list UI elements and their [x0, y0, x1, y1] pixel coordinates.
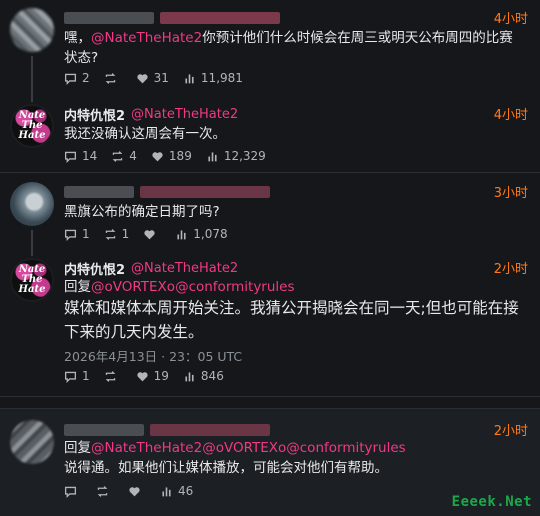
avatar[interactable]: Nate The Hate: [10, 258, 54, 302]
like-button[interactable]: [128, 485, 146, 498]
like-icon: [137, 73, 148, 83]
mention-link[interactable]: @NateTheHate2: [91, 30, 202, 46]
reply-button[interactable]: 1: [64, 369, 90, 383]
avatar[interactable]: Nate The Hate: [10, 104, 54, 148]
retweet-icon: [105, 370, 115, 382]
retweet-icon: [112, 150, 123, 162]
display-name[interactable]: 内特仇恨2: [64, 259, 125, 278]
retweet-icon: [105, 228, 115, 240]
thread-line: [31, 230, 33, 256]
tweet-header: 内特仇恨2 @NateTheHate2 2小时: [64, 258, 528, 278]
blurred-handle: [160, 12, 280, 24]
views-icon: [177, 229, 186, 239]
retweet-button[interactable]: [96, 485, 114, 498]
views-button[interactable]: 1,078: [175, 227, 228, 241]
reply-button[interactable]: 2: [64, 71, 90, 85]
reply-icon: [64, 229, 77, 241]
reply-button[interactable]: [64, 485, 82, 498]
retweet-icon: [105, 72, 115, 84]
divider: [0, 172, 540, 173]
tweet-text: 媒体和媒体本周开始关注。我猜公开揭晓会在同一天;但也可能在接下来的几天内发生。: [64, 299, 519, 341]
watermark: Eeeek.Net: [451, 494, 532, 510]
tweet-stats: 1 1 1,078: [64, 226, 242, 242]
divider: [0, 408, 540, 409]
nate-the-hate-logo: Nate The Hate: [12, 260, 52, 300]
reply-icon: [64, 73, 77, 85]
avatar[interactable]: [10, 420, 54, 464]
views-icon: [185, 73, 194, 83]
tweet-header: 4小时: [64, 8, 528, 28]
handle[interactable]: @NateTheHate2: [131, 107, 238, 122]
blurred-username: [64, 12, 154, 24]
tweet-time[interactable]: 4小时: [494, 8, 528, 27]
blurred-handle: [150, 424, 270, 436]
like-button[interactable]: 189: [151, 149, 192, 163]
reply-mentions[interactable]: @oVORTEXo@conformityrules: [91, 279, 295, 295]
thread-line: [31, 56, 33, 102]
views-button[interactable]: 46: [160, 484, 193, 498]
views-button[interactable]: 12,329: [206, 149, 266, 163]
blurred-handle: [140, 186, 270, 198]
tweet-text: 我还没确认这周会有一次。: [64, 126, 226, 142]
retweet-button[interactable]: 1: [104, 227, 129, 241]
reply-icon: [64, 486, 77, 498]
reply-icon: [64, 371, 77, 383]
tweet-header: 内特仇恨2 @NateTheHate2 4小时: [64, 104, 528, 124]
reply-mentions[interactable]: @NateTheHate2@oVORTEXo@conformityrules: [91, 440, 406, 456]
like-button[interactable]: 19: [136, 369, 169, 383]
retweet-icon: [97, 485, 108, 497]
tweet-time[interactable]: 4小时: [494, 104, 528, 123]
retweet-button[interactable]: [104, 72, 122, 85]
views-icon: [208, 151, 217, 161]
nate-the-hate-logo: Nate The Hate: [12, 106, 52, 146]
reply-to-line: 回复@NateTheHate2@oVORTEXo@conformityrules: [64, 440, 406, 456]
views-icon: [185, 371, 194, 381]
avatar[interactable]: [10, 8, 54, 52]
reply-icon: [64, 151, 77, 163]
retweet-button[interactable]: [104, 370, 122, 383]
tweet-stats: 46: [64, 483, 207, 499]
views-button[interactable]: 846: [183, 369, 224, 383]
reply-button[interactable]: 14: [64, 149, 97, 163]
tweet-stats: 2 31 11,981: [64, 70, 257, 86]
like-icon: [129, 486, 140, 496]
views-icon: [162, 486, 171, 496]
views-button[interactable]: 11,981: [183, 71, 243, 85]
tweet-time[interactable]: 3小时: [494, 182, 528, 201]
blurred-username: [64, 186, 134, 198]
tweet-stats: 14 4 189 12,329: [64, 148, 280, 164]
tweet-header: 3小时: [64, 182, 528, 202]
display-name[interactable]: 内特仇恨2: [64, 105, 125, 124]
tweet-time[interactable]: 2小时: [494, 420, 528, 439]
like-button[interactable]: 31: [136, 71, 169, 85]
avatar[interactable]: [10, 182, 54, 226]
reply-to-line: 回复@oVORTEXo@conformityrules: [64, 279, 295, 295]
divider: [0, 396, 540, 397]
tweet-header: 2小时: [64, 420, 528, 440]
like-icon: [152, 151, 163, 161]
blurred-username: [64, 424, 144, 436]
tweet-text: 说得通。如果他们让媒体播放，可能会对他们有帮助。: [64, 460, 388, 476]
like-icon: [144, 229, 155, 239]
like-button[interactable]: [143, 228, 161, 241]
like-icon: [137, 371, 148, 381]
retweet-button[interactable]: 4: [111, 149, 137, 163]
tweet-text: 黑旗公布的确定日期了吗?: [64, 204, 220, 220]
tweet-time[interactable]: 2小时: [494, 258, 528, 277]
reply-button[interactable]: 1: [64, 227, 90, 241]
handle[interactable]: @NateTheHate2: [131, 261, 238, 276]
tweet-stats: 1 19 846: [64, 368, 238, 384]
tweet-timestamp[interactable]: 2026年4月13日 · 23：05 UTC: [64, 346, 242, 365]
tweet-text: 嘿，@NateTheHate2你预计他们什么时候会在周三或明天公布周四的比赛状态…: [64, 30, 513, 66]
